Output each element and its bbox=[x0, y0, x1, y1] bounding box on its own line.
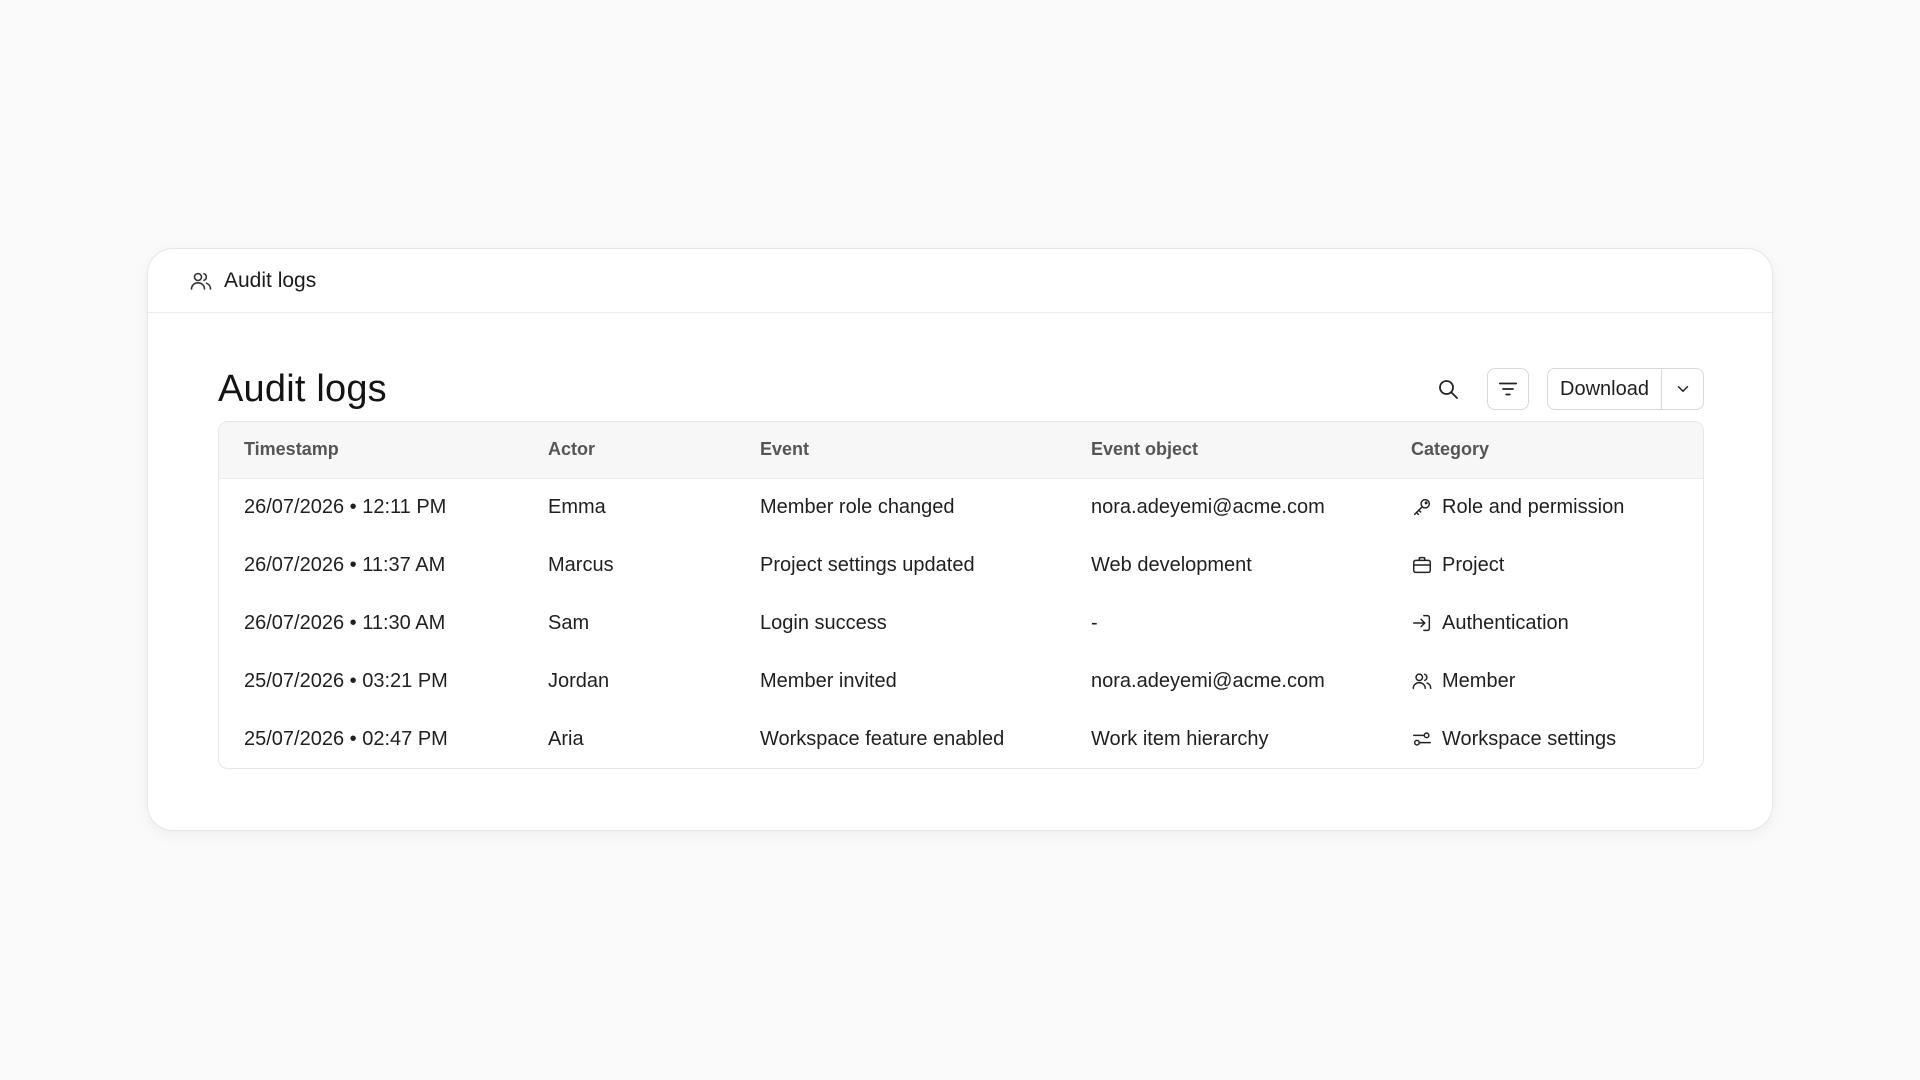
main-content: Audit logs Download Timestamp Actor Even… bbox=[218, 367, 1704, 769]
cell-event-object: - bbox=[1091, 611, 1098, 634]
table-row[interactable]: 26/07/2026 • 11:37 AM Marcus Project set… bbox=[219, 536, 1703, 594]
cell-event-object: Work item hierarchy bbox=[1091, 727, 1269, 750]
download-dropdown-button[interactable] bbox=[1661, 369, 1703, 409]
cell-event-object: nora.adeyemi@acme.com bbox=[1091, 495, 1325, 518]
cell-timestamp: 26/07/2026 • 11:30 AM bbox=[244, 611, 446, 634]
cell-actor: Aria bbox=[548, 727, 584, 750]
category-label: Workspace settings bbox=[1442, 727, 1617, 750]
column-header-actor[interactable]: Actor bbox=[523, 422, 735, 478]
cell-timestamp: 25/07/2026 • 03:21 PM bbox=[244, 669, 448, 692]
category-label: Authentication bbox=[1442, 611, 1569, 634]
header-title: Audit logs bbox=[224, 268, 317, 292]
page-title: Audit logs bbox=[218, 367, 387, 410]
toolbar: Audit logs Download bbox=[218, 367, 1704, 411]
column-header-category[interactable]: Category bbox=[1386, 422, 1703, 478]
table-row[interactable]: 25/07/2026 • 02:47 PM Aria Workspace fea… bbox=[219, 710, 1703, 768]
card-header: Audit logs bbox=[148, 249, 1772, 313]
cell-category: Workspace settings bbox=[1386, 710, 1703, 768]
column-header-event[interactable]: Event bbox=[735, 422, 1066, 478]
filter-button[interactable] bbox=[1487, 368, 1530, 410]
search-icon bbox=[1439, 380, 1458, 399]
cell-event: Login success bbox=[760, 611, 887, 634]
table-row[interactable]: 26/07/2026 • 12:11 PM Emma Member role c… bbox=[219, 478, 1703, 536]
category-label: Project bbox=[1442, 553, 1505, 576]
filter-icon bbox=[1498, 382, 1518, 396]
cell-event: Workspace feature enabled bbox=[760, 727, 1005, 750]
table-row[interactable]: 26/07/2026 • 11:30 AM Sam Login success … bbox=[219, 594, 1703, 652]
cell-category: Authentication bbox=[1386, 594, 1703, 652]
users-icon bbox=[1412, 673, 1432, 690]
cell-timestamp: 26/07/2026 • 11:37 AM bbox=[244, 553, 446, 576]
login-icon bbox=[1413, 614, 1431, 632]
cell-event: Project settings updated bbox=[760, 553, 975, 576]
cell-event-object: nora.adeyemi@acme.com bbox=[1091, 669, 1325, 692]
cell-category: Role and permission bbox=[1386, 478, 1703, 536]
download-split-button: Download bbox=[1547, 368, 1704, 410]
table-row[interactable]: 25/07/2026 • 03:21 PM Jordan Member invi… bbox=[219, 652, 1703, 710]
briefcase-icon bbox=[1413, 556, 1431, 574]
cell-category: Project bbox=[1386, 536, 1703, 594]
users-icon bbox=[188, 268, 214, 294]
audit-logs-table: Timestamp Actor Event Event object Categ… bbox=[218, 421, 1704, 769]
column-header-timestamp[interactable]: Timestamp bbox=[219, 422, 523, 478]
column-header-event-object[interactable]: Event object bbox=[1066, 422, 1386, 478]
audit-logs-card: Audit logs Audit logs Download Timestamp… bbox=[147, 248, 1773, 831]
category-label: Role and permission bbox=[1442, 495, 1625, 518]
toolbar-actions: Download bbox=[1427, 368, 1704, 410]
cell-event: Member role changed bbox=[760, 495, 955, 518]
cell-actor: Jordan bbox=[548, 669, 610, 692]
key-icon bbox=[1413, 499, 1431, 516]
table-header-row: Timestamp Actor Event Event object Categ… bbox=[219, 422, 1703, 478]
cell-timestamp: 25/07/2026 • 02:47 PM bbox=[244, 727, 448, 750]
category-label: Member bbox=[1442, 669, 1516, 692]
settings-sliders-icon bbox=[1413, 732, 1431, 746]
cell-actor: Sam bbox=[548, 611, 590, 634]
cell-event: Member invited bbox=[760, 669, 897, 692]
chevron-down-icon bbox=[1677, 386, 1688, 392]
search-button[interactable] bbox=[1427, 368, 1469, 410]
cell-timestamp: 26/07/2026 • 12:11 PM bbox=[244, 495, 447, 518]
download-button[interactable]: Download bbox=[1548, 369, 1661, 409]
cell-category: Member bbox=[1386, 652, 1703, 710]
cell-actor: Emma bbox=[548, 495, 606, 518]
cell-event-object: Web development bbox=[1091, 553, 1252, 576]
cell-actor: Marcus bbox=[548, 553, 614, 576]
